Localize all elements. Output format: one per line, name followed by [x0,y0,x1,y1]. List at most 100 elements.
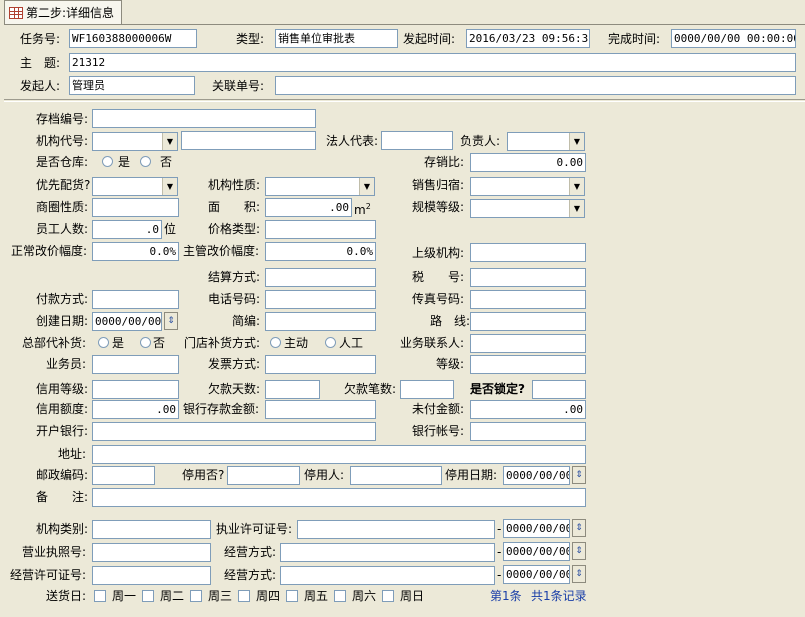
tax-label: 税 号: [412,270,465,284]
bank-field[interactable] [92,422,376,441]
staff-field[interactable]: .0 [92,220,162,239]
normal-adj-field[interactable]: 0.0% [92,242,179,261]
overdue-days-field[interactable] [265,380,320,399]
day-checkbox[interactable] [286,590,298,602]
disabled-field[interactable] [227,466,300,485]
up-down-spin-icon[interactable]: ⇕ [164,312,178,330]
subject-field[interactable]: 21312 [69,53,796,72]
biz-mode2-label: 经营方式: [224,568,277,582]
day-checkbox[interactable] [382,590,394,602]
disabled-date-field[interactable]: 0000/00/00 [503,466,570,485]
hq-yes-radio[interactable] [98,337,109,348]
related-field[interactable] [275,76,796,95]
org-code-name-field[interactable] [181,131,316,150]
staff-unit: 位 [164,222,177,236]
org-code-select[interactable]: ▼ [92,132,178,151]
hq-no-radio[interactable] [140,337,151,348]
archive-no-field[interactable] [92,109,316,128]
biz-license-date-field[interactable]: 0000/00/00 [503,542,570,561]
credit-grade-field[interactable] [92,380,179,399]
area-label: 面 积: [208,200,261,214]
warehouse-yes-label: 是 [118,155,131,169]
day-checkbox[interactable] [238,590,250,602]
zip-field[interactable] [92,466,155,485]
bank-label: 开户银行: [36,424,89,438]
scale-label: 规模等级: [412,200,465,214]
biz-permit-date-field[interactable]: 0000/00/00 [503,565,570,584]
sup-adj-label: 主管改价幅度: [183,244,260,258]
type-field[interactable]: 销售单位审批表 [275,29,398,48]
stock-ratio-field[interactable]: 0.00 [470,153,586,172]
manual-radio[interactable] [325,337,336,348]
bank-deposit-field[interactable] [265,400,376,419]
subject-label: 主 题: [20,56,61,70]
tax-field[interactable] [470,268,586,287]
biz-mode2-field[interactable] [280,566,495,585]
created-date-field[interactable]: 0000/00/00 [92,312,162,331]
auto-radio[interactable] [270,337,281,348]
price-type-field[interactable] [265,220,376,239]
disabled-date-label: 停用日期: [445,468,498,482]
settle-field[interactable] [265,268,376,287]
unpaid-field[interactable]: .00 [470,400,586,419]
credit-limit-field[interactable]: .00 [92,400,179,419]
sales-attr-select[interactable]: ▼ [470,177,585,196]
warehouse-no-radio[interactable] [140,156,151,167]
up-down-spin-icon[interactable]: ⇕ [572,466,586,484]
org-category-field[interactable] [92,520,211,539]
delivery-label: 送货日: [46,589,87,603]
biz-mode1-field[interactable] [280,543,495,562]
initiator-field[interactable]: 管理员 [69,76,195,95]
bank-account-field[interactable] [470,422,586,441]
phone-field[interactable] [265,290,376,309]
settle-label: 结算方式: [208,270,261,284]
up-down-spin-icon[interactable]: ⇕ [572,542,586,560]
org-nature-select[interactable]: ▼ [265,177,375,196]
created-label: 创建日期: [36,314,89,328]
legal-rep-field[interactable] [381,131,453,150]
disabled-by-field[interactable] [350,466,442,485]
parent-org-field[interactable] [470,243,586,262]
start-time-field[interactable]: 2016/03/23 09:56:30 [466,29,590,48]
biz-license-field[interactable] [92,543,211,562]
up-down-spin-icon[interactable]: ⇕ [572,565,586,583]
up-down-spin-icon[interactable]: ⇕ [572,519,586,537]
chevron-down-icon: ▼ [359,178,374,195]
locked-field[interactable] [532,380,586,399]
day-label: 周六 [352,589,377,603]
dash: - [497,545,502,559]
area-unit: m2 [354,200,371,217]
day-checkbox[interactable] [334,590,346,602]
district-field[interactable] [92,198,179,217]
route-field[interactable] [470,312,586,331]
fax-field[interactable] [470,290,586,309]
warehouse-yes-radio[interactable] [102,156,113,167]
warehouse-no-label: 否 [160,155,173,169]
day-checkbox[interactable] [142,590,154,602]
is-warehouse-label: 是否仓库: [36,155,89,169]
overdue-count-field[interactable] [400,380,454,399]
biz-permit-field[interactable] [92,566,211,585]
day-label: 周五 [304,589,329,603]
license-no-field[interactable] [297,520,495,539]
sup-adj-field[interactable]: 0.0% [265,242,376,261]
address-field[interactable] [92,445,586,464]
salesman-field[interactable] [92,355,179,374]
manager-select[interactable]: ▼ [507,132,585,151]
pay-field[interactable] [92,290,179,309]
finish-time-field[interactable]: 0000/00/00 00:00:00 [671,29,796,48]
biz-contact-field[interactable] [470,334,586,353]
remark-field[interactable] [92,488,586,507]
task-no-field[interactable]: WF160388000006W [69,29,197,48]
scale-select[interactable]: ▼ [470,199,585,218]
license-date-field[interactable]: 0000/00/00 [503,519,570,538]
day-checkbox[interactable] [190,590,202,602]
grade-field[interactable] [470,355,586,374]
postal-field[interactable] [265,312,376,331]
address-label: 地址: [58,447,87,461]
priority-select[interactable]: ▼ [92,177,178,196]
invoice-field[interactable] [265,355,376,374]
tab-detail[interactable]: 第二步:详细信息 [4,0,122,24]
day-checkbox[interactable] [94,590,106,602]
area-field[interactable]: .00 [265,198,352,217]
